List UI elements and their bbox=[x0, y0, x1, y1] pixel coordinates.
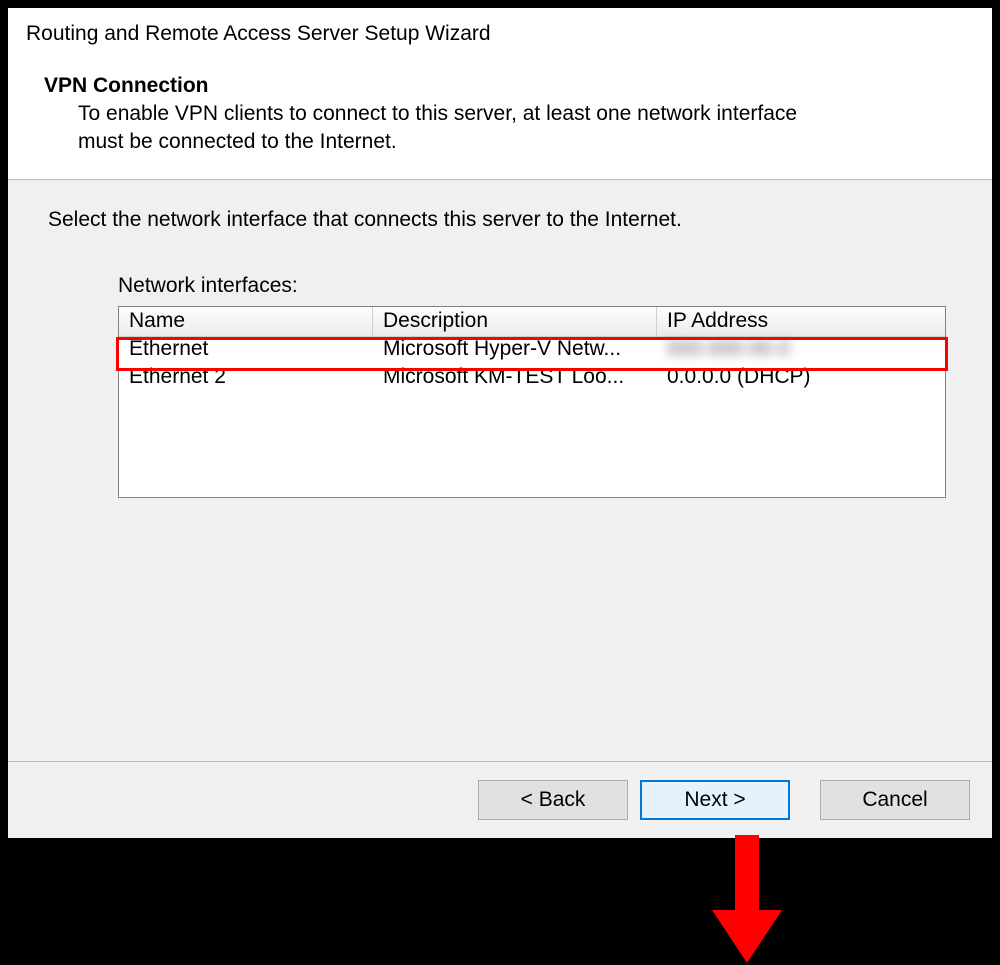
page-subtitle: VPN Connection bbox=[44, 74, 974, 98]
list-header: Name Description IP Address bbox=[119, 307, 945, 337]
window-title: Routing and Remote Access Server Setup W… bbox=[26, 22, 974, 46]
wizard-footer: < Back Next > Cancel bbox=[8, 761, 992, 838]
list-row[interactable]: Ethernet Microsoft Hyper-V Netw... 000.0… bbox=[119, 337, 945, 365]
cell-name: Ethernet 2 bbox=[119, 365, 373, 393]
cancel-button[interactable]: Cancel bbox=[820, 780, 970, 820]
instruction-text: Select the network interface that connec… bbox=[48, 208, 952, 232]
column-header-description[interactable]: Description bbox=[373, 307, 657, 336]
cell-ip: 0.0.0.0 (DHCP) bbox=[657, 365, 945, 393]
next-button[interactable]: Next > bbox=[640, 780, 790, 820]
cell-description: Microsoft KM-TEST Loo... bbox=[373, 365, 657, 393]
annotation-arrow-icon bbox=[707, 835, 787, 965]
wizard-header: Routing and Remote Access Server Setup W… bbox=[8, 8, 992, 180]
page-description: To enable VPN clients to connect to this… bbox=[78, 100, 974, 157]
back-button[interactable]: < Back bbox=[478, 780, 628, 820]
wizard-window: Routing and Remote Access Server Setup W… bbox=[8, 8, 992, 838]
cell-ip-redacted: 000.000.00.0 bbox=[657, 337, 945, 365]
cell-description: Microsoft Hyper-V Netw... bbox=[373, 337, 657, 365]
cell-name: Ethernet bbox=[119, 337, 373, 365]
list-label: Network interfaces: bbox=[118, 274, 952, 298]
column-header-ip[interactable]: IP Address bbox=[657, 307, 945, 336]
network-interfaces-list[interactable]: Name Description IP Address Ethernet Mic… bbox=[118, 306, 946, 498]
column-header-name[interactable]: Name bbox=[119, 307, 373, 336]
list-row[interactable]: Ethernet 2 Microsoft KM-TEST Loo... 0.0.… bbox=[119, 365, 945, 393]
wizard-body: Select the network interface that connec… bbox=[8, 180, 992, 761]
